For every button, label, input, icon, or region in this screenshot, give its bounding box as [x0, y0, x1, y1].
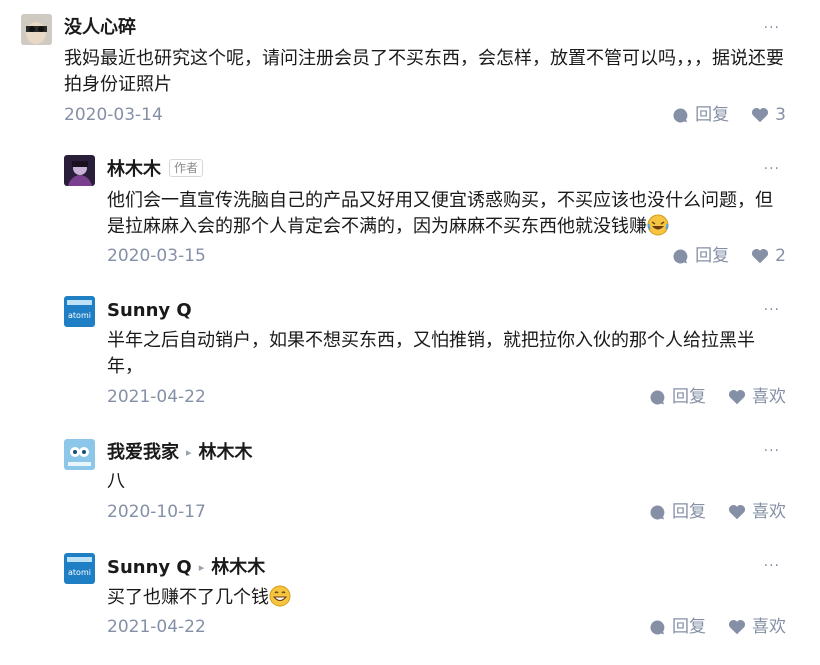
avatar[interactable]: atomi — [64, 296, 95, 327]
comment-author[interactable]: 我爱我家 ▸ 林木木 — [107, 442, 253, 464]
more-options-icon[interactable]: ··· — [764, 444, 780, 458]
comment-author[interactable]: 林木木 作者 — [107, 159, 204, 181]
comment-date: 2021-04-22 — [107, 387, 206, 407]
heart-icon — [752, 107, 769, 123]
reply-arrow-icon: ▸ — [198, 561, 205, 574]
more-options-icon[interactable]: ··· — [764, 162, 780, 176]
comment-text: 买了也赚不了几个钱 — [107, 585, 787, 611]
heart-icon — [728, 504, 746, 520]
comment-actions: 回复 3 — [672, 105, 786, 125]
laughing-tears-emoji — [647, 214, 669, 236]
comment-author[interactable]: 没人心碎 — [64, 17, 136, 39]
like-count: 3 — [775, 105, 786, 125]
reply-bubble-icon — [650, 390, 665, 404]
more-options-icon[interactable]: ··· — [764, 21, 780, 35]
reply-button[interactable]: 回复 — [649, 502, 706, 522]
heart-icon — [728, 619, 746, 635]
like-button[interactable]: 喜欢 — [728, 387, 786, 407]
reply-button[interactable]: 回复 — [672, 105, 729, 125]
more-options-icon[interactable]: ··· — [764, 559, 780, 573]
avatar[interactable] — [64, 439, 95, 470]
reply-button[interactable]: 回复 — [649, 617, 706, 637]
like-button[interactable]: 喜欢 — [728, 617, 786, 637]
like-label: 喜欢 — [752, 617, 786, 637]
comment-date: 2020-03-14 — [64, 105, 163, 125]
like-button[interactable]: 3 — [751, 105, 786, 125]
reply-bubble-icon — [673, 249, 688, 263]
reply-button[interactable]: 回复 — [649, 387, 706, 407]
comment-actions: 回复 喜欢 — [649, 502, 786, 522]
like-button[interactable]: 喜欢 — [728, 502, 786, 522]
reply-bubble-icon — [650, 620, 665, 634]
like-button[interactable]: 2 — [751, 246, 786, 266]
reply-to-user[interactable]: 林木木 — [211, 557, 265, 578]
reply-bubble-icon — [673, 108, 688, 122]
author-badge: 作者 — [169, 159, 204, 177]
reply-label: 回复 — [672, 617, 706, 637]
reply-label: 回复 — [672, 387, 706, 407]
avatar[interactable] — [64, 155, 95, 186]
svg-text:atomi: atomi — [68, 568, 91, 577]
reply-bubble-icon — [650, 505, 665, 519]
reply-button[interactable]: 回复 — [672, 246, 729, 266]
avatar[interactable]: atomi — [64, 553, 95, 584]
comment-text: 半年之后自动销户，如果不想买东西，又怕推销，就把拉你入伙的那个人给拉黑半年， — [107, 330, 755, 377]
more-options-icon[interactable]: ··· — [764, 303, 780, 317]
reply-label: 回复 — [672, 502, 706, 522]
reply-label: 回复 — [695, 246, 730, 266]
reply-label: 回复 — [695, 105, 730, 125]
heart-icon — [752, 248, 769, 264]
like-label: 喜欢 — [752, 502, 786, 522]
comment-date: 2021-04-22 — [107, 617, 206, 637]
comment-author[interactable]: Sunny Q ▸ 林木木 — [107, 557, 265, 579]
reply-arrow-icon: ▸ — [186, 446, 192, 459]
comment-date: 2020-10-17 — [107, 502, 206, 522]
svg-text:atomi: atomi — [68, 311, 91, 320]
comment-actions: 回复 喜欢 — [649, 617, 786, 637]
comment-text: 我妈最近也研究这个呢，请问注册会员了不买东西，会怎样，放置不管可以吗，，，据说还… — [64, 48, 784, 95]
comment-actions: 回复 喜欢 — [649, 387, 786, 407]
comment-actions: 回复 2 — [672, 246, 786, 266]
like-label: 喜欢 — [752, 387, 786, 407]
comment-text: 他们会一直宣传洗脑自己的产品又好用又便宜诱惑购买，不买应该也没什么问题，但是拉麻… — [107, 190, 773, 237]
avatar[interactable] — [21, 14, 52, 45]
like-count: 2 — [775, 246, 786, 266]
grinning-emoji — [269, 585, 291, 607]
comment-text: 八 — [107, 471, 125, 492]
comment-date: 2020-03-15 — [107, 246, 206, 266]
comment-author[interactable]: Sunny Q — [107, 300, 192, 322]
heart-icon — [728, 389, 746, 405]
reply-to-user[interactable]: 林木木 — [199, 442, 253, 463]
